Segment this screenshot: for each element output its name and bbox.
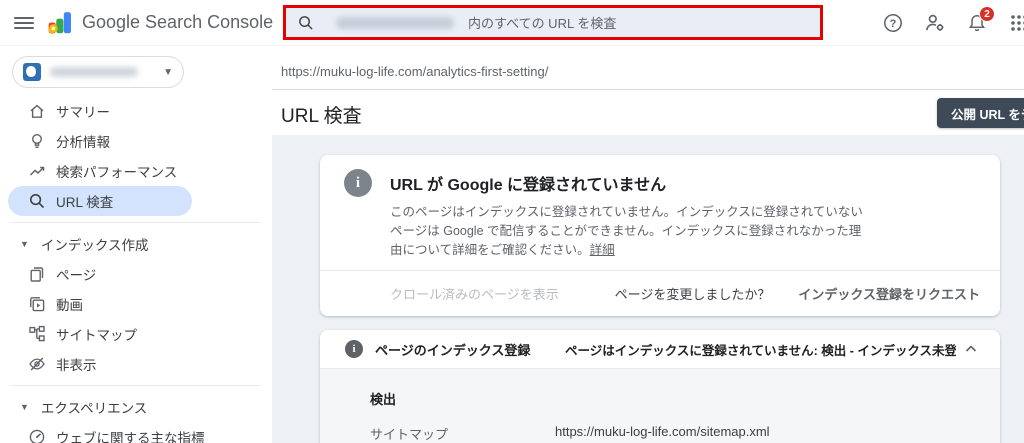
lightbulb-icon [28, 132, 46, 150]
redacted-property-url [336, 16, 454, 29]
sidebar-item-label: 分析情報 [56, 135, 110, 150]
card-page-indexing: i ページのインデックス登録 ページはインデックスに登録されていません: 検出 … [320, 330, 1000, 443]
eye-off-icon [28, 355, 46, 373]
topbar: Google Search Console 内のすべての URL を検査 ? 2 [0, 0, 1024, 46]
card-url-not-indexed: i URL が Google に登録されていません このページはインデックスに登… [320, 155, 1000, 316]
triangle-collapse-icon: ▼ [20, 402, 29, 412]
body-line: このページはインデックスに登録されていません。インデックスに登録されていない [390, 205, 863, 219]
divider [10, 222, 260, 223]
accordion-title: ページのインデックス登録 [375, 342, 531, 358]
card-title: URL が Google に登録されていません [390, 177, 667, 194]
sitemap-label: サイトマップ [370, 427, 449, 442]
sidebar-item-label: ページ [56, 268, 97, 283]
search-icon [28, 192, 46, 210]
sitemap-icon [28, 325, 46, 343]
sidebar-item-label: サイトマップ [56, 328, 137, 343]
sidebar-item-videos[interactable]: 動画 [8, 289, 192, 319]
breadcrumb-row: https://muku-log-life.com/analytics-firs… [272, 46, 1024, 90]
card-footer: クロール済みのページを表示 ページを変更しましたか？ インデックス登録をリクエス… [320, 270, 1000, 316]
sidebar-item-label: ウェブに関する主な指標 [56, 431, 205, 443]
indexing-status-text: ページはインデックスに登録されていません: 検出 - インデックス未登録 [565, 343, 956, 358]
sidebar: ▼ サマリー 分析情報 検索パフォーマンス URL 検査 ▼ インデックス作成 … [0, 46, 272, 443]
sitemap-value: https://muku-log-life.com/sitemap.xml [555, 424, 770, 439]
body-line-text: 由について詳細をご確認ください。 [390, 243, 590, 257]
divider [10, 385, 260, 386]
annotation-red-box: 内のすべての URL を検査 [283, 5, 823, 40]
info-icon: i [344, 169, 372, 197]
property-selector[interactable]: ▼ [12, 56, 184, 88]
redacted-property-name [50, 67, 138, 77]
search-icon [297, 14, 314, 31]
sidebar-item-label: URL 検査 [56, 195, 114, 210]
accordion-body: 検出 サイトマップ https://muku-log-life.com/site… [320, 368, 1000, 443]
hamburger-menu-icon[interactable] [14, 14, 34, 32]
app-title: Google Search Console [82, 12, 274, 32]
footer-actions: ページを変更しましたか？ インデックス登録をリクエスト [615, 284, 980, 303]
sitemap-row: サイトマップ https://muku-log-life.com/sitemap… [370, 424, 1000, 443]
sidebar-item-performance[interactable]: 検索パフォーマンス [8, 156, 192, 186]
notification-count-badge: 2 [979, 6, 995, 22]
sidebar-section-label: エクスペリエンス [40, 401, 148, 416]
trending-up-icon [28, 162, 46, 180]
sidebar-item-core-web-vitals[interactable]: ウェブに関する主な指標 [8, 422, 205, 443]
content-area: i URL が Google に登録されていません このページはインデックスに登… [272, 135, 1024, 443]
triangle-collapse-icon: ▼ [20, 239, 29, 249]
sidebar-item-label: 検索パフォーマンス [56, 165, 178, 180]
card-body-text: このページはインデックスに登録されていません。インデックスに登録されていない ペ… [390, 203, 976, 260]
apps-grid-icon[interactable] [1008, 12, 1024, 34]
property-icon [23, 63, 41, 81]
url-inspection-search-input[interactable]: 内のすべての URL を検査 [286, 8, 820, 37]
sidebar-item-url-inspection[interactable]: URL 検査 [8, 186, 192, 216]
page-changed-question: ページを変更しましたか？ [614, 287, 771, 302]
user-settings-icon[interactable] [924, 12, 946, 34]
sidebar-item-label: 動画 [56, 298, 83, 313]
discovery-section-label: 検出 [370, 392, 397, 407]
search-console-window: Google Search Console 内のすべての URL を検査 ? 2… [0, 0, 1024, 443]
topbar-icons: ? 2 [882, 0, 1024, 46]
view-crawled-page-button: クロール済みのページを表示 [390, 287, 559, 302]
sidebar-item-label: サマリー [56, 105, 110, 120]
sidebar-item-label: 非表示 [56, 358, 97, 373]
accordion-header[interactable]: i ページのインデックス登録 ページはインデックスに登録されていません: 検出 … [320, 330, 1000, 368]
sidebar-section-experience[interactable]: ▼ エクスペリエンス [0, 392, 272, 422]
sidebar-section-indexing[interactable]: ▼ インデックス作成 [0, 229, 272, 259]
pages-icon [28, 265, 46, 283]
body-line: 由について詳細をご確認ください。詳細 [390, 241, 976, 260]
info-icon: i [345, 340, 363, 358]
sidebar-item-insights[interactable]: 分析情報 [8, 126, 192, 156]
card-header: i URL が Google に登録されていません このページはインデックスに登… [320, 155, 1000, 270]
home-icon [28, 102, 46, 120]
test-live-url-button[interactable]: 公開 URL をテスト [937, 98, 1024, 128]
main-content: https://muku-log-life.com/analytics-firs… [272, 46, 1024, 443]
breadcrumb: https://muku-log-life.com/analytics-firs… [281, 64, 549, 79]
svg-text:?: ? [890, 18, 897, 30]
learn-more-link[interactable]: 詳細 [590, 243, 615, 257]
sidebar-section-label: インデックス作成 [40, 238, 149, 253]
chevron-up-icon[interactable] [962, 340, 980, 358]
sidebar-item-removals[interactable]: 非表示 [8, 349, 192, 379]
page-title: URL 検査 [281, 106, 362, 127]
sidebar-nav: サマリー 分析情報 検索パフォーマンス URL 検査 ▼ インデックス作成 ペー… [0, 96, 272, 443]
sidebar-item-summary[interactable]: サマリー [8, 96, 192, 126]
sidebar-item-pages[interactable]: ページ [8, 259, 192, 289]
search-placeholder: 内のすべての URL を検査 [468, 16, 617, 31]
help-icon[interactable]: ? [882, 12, 904, 34]
request-indexing-button[interactable]: インデックス登録をリクエスト [798, 284, 980, 303]
body-line: ページは Google で配信することができません。インデックスに登録されなかっ… [390, 224, 862, 238]
page-header: URL 検査 公開 URL をテスト [272, 90, 1024, 135]
search-console-logo-icon [48, 10, 74, 36]
video-icon [28, 295, 46, 313]
notifications-bell-icon[interactable]: 2 [966, 6, 995, 34]
sidebar-item-sitemaps[interactable]: サイトマップ [8, 319, 192, 349]
gauge-icon [28, 428, 46, 443]
chevron-down-icon: ▼ [163, 66, 173, 78]
